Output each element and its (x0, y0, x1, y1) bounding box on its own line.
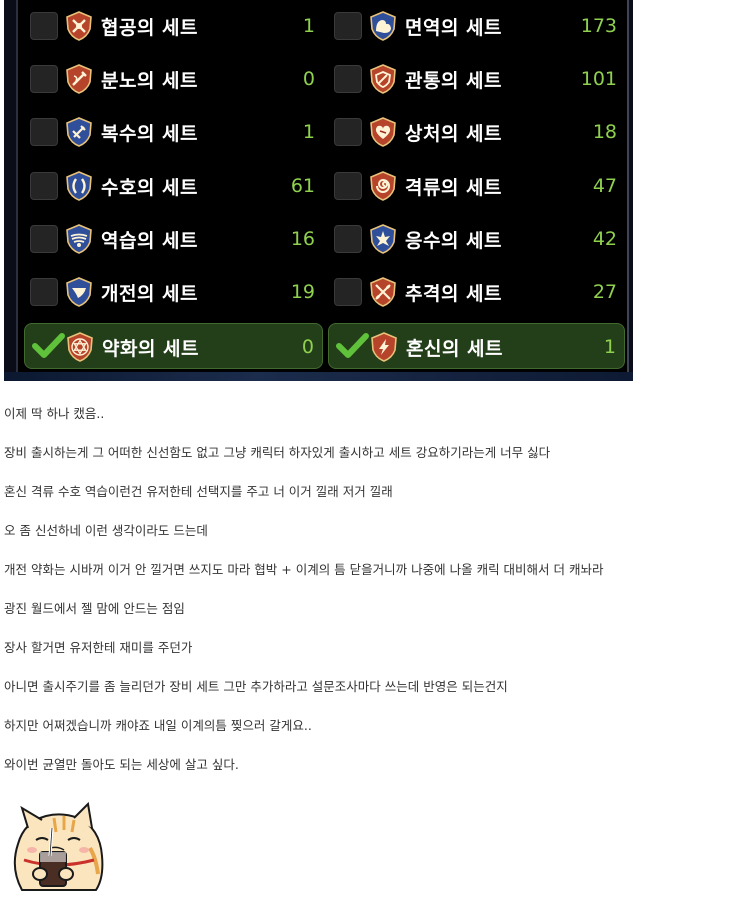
set-name: 응수의 세트 (405, 230, 503, 252)
set-checkbox[interactable] (30, 278, 58, 306)
set-checkbox[interactable] (334, 65, 362, 93)
set-name: 복수의 세트 (101, 123, 199, 145)
set-count: 27 (592, 281, 617, 303)
set-filter-item[interactable]: 격류의 세트 47 (328, 163, 625, 209)
set-filter-item[interactable]: 복수의 세트 1 (24, 109, 323, 155)
set-count: 0 (301, 336, 314, 358)
post-paragraph: 하지만 어쩌겠습니까 캐야죠 내일 이계의틈 찢으러 갈게요.. (4, 718, 312, 733)
post-paragraph: 혼신 격류 수호 역습이런건 유저한테 선택지를 주고 너 이거 낄래 저거 낄… (4, 484, 393, 499)
set-name: 격류의 세트 (405, 177, 503, 199)
set-count: 16 (290, 228, 315, 250)
swirl-icon (370, 171, 396, 201)
set-filter-item[interactable]: 혼신의 세트 1 (328, 323, 625, 369)
set-filter-item[interactable]: 분노의 세트 0 (24, 56, 323, 102)
set-checkbox[interactable] (334, 225, 362, 253)
horn-icon (66, 277, 92, 307)
heart-wound-icon (370, 117, 396, 147)
set-checkbox[interactable] (334, 172, 362, 200)
set-checkbox[interactable] (30, 65, 58, 93)
set-count: 1 (302, 15, 315, 37)
sword-slash-icon (66, 64, 92, 94)
set-filter-item[interactable]: 응수의 세트 42 (328, 216, 625, 262)
set-filter-item[interactable]: 협공의 세트 1 (24, 3, 323, 49)
set-filter-item[interactable]: 수호의 세트 61 (24, 163, 323, 209)
wing-emblem-icon (66, 224, 92, 254)
crossed-blades-icon (66, 11, 92, 41)
set-filter-item[interactable]: 관통의 세트 101 (328, 56, 625, 102)
set-checkbox[interactable] (30, 118, 58, 146)
set-name: 협공의 세트 (101, 17, 199, 39)
set-checkbox[interactable] (30, 225, 58, 253)
post-paragraph: 장사 할거면 유저한테 재미를 주던가 (4, 640, 193, 655)
set-count: 18 (592, 121, 617, 143)
set-filter-item[interactable]: 약화의 세트 0 (24, 323, 323, 369)
set-count: 101 (580, 68, 617, 90)
set-filter-panel: 협공의 세트 1 면역의 세트 173 분노의 세트 0 관통의 세트 101 복수의 세트 1 상… (4, 0, 633, 381)
post-paragraph: 이제 딱 하나 캤음.. (4, 406, 105, 421)
post-paragraph: 와이번 균열만 돌아도 되는 세상에 살고 싶다. (4, 757, 239, 772)
post-paragraph: 광진 월드에서 젤 맘에 안드는 점임 (4, 601, 185, 616)
post-paragraph: 개전 약화는 시바꺼 이거 안 낄거면 쓰지도 마라 협박 + 이계의 틈 닫을… (4, 562, 604, 577)
set-name: 수호의 세트 (101, 177, 199, 199)
set-filter-item[interactable]: 역습의 세트 16 (24, 216, 323, 262)
set-count: 47 (592, 175, 617, 197)
set-name: 약화의 세트 (102, 338, 200, 360)
set-count: 19 (290, 281, 315, 303)
fleur-icon (370, 224, 396, 254)
post-paragraph: 오 좀 신선하네 이런 생각이라도 드는데 (4, 523, 208, 538)
guard-shield-icon (66, 171, 92, 201)
set-filter-item[interactable]: 면역의 세트 173 (328, 3, 625, 49)
set-count: 1 (603, 336, 616, 358)
set-name: 개전의 세트 (101, 283, 199, 305)
set-count: 173 (580, 15, 617, 37)
checkmark-icon[interactable] (29, 330, 67, 362)
set-filter-item[interactable]: 추격의 세트 27 (328, 269, 625, 315)
set-name: 면역의 세트 (405, 17, 503, 39)
set-name: 추격의 세트 (405, 283, 503, 305)
revenge-sword-icon (66, 117, 92, 147)
set-count: 1 (302, 121, 315, 143)
flexed-arm-icon (370, 11, 396, 41)
set-checkbox[interactable] (30, 172, 58, 200)
set-count: 42 (592, 228, 617, 250)
set-name: 관통의 세트 (405, 70, 503, 92)
set-checkbox[interactable] (334, 118, 362, 146)
set-checkbox[interactable] (30, 12, 58, 40)
set-count: 61 (290, 175, 315, 197)
set-checkbox[interactable] (334, 278, 362, 306)
set-name: 역습의 세트 (101, 230, 199, 252)
set-count: 0 (302, 68, 315, 90)
set-filter-item[interactable]: 상처의 세트 18 (328, 109, 625, 155)
pierce-shield-icon (370, 64, 396, 94)
post-paragraph: 장비 출시하는게 그 어떠한 신선함도 없고 그냥 캐릭터 하자있게 출시하고 … (4, 445, 551, 460)
hexagram-icon (67, 332, 93, 362)
set-checkbox[interactable] (334, 12, 362, 40)
post-paragraph: 아니면 출시주기를 좀 늘리던가 장비 세트 그만 추가하라고 설문조사마다 쓰… (4, 679, 508, 694)
lightning-icon (371, 332, 397, 362)
set-name: 분노의 세트 (101, 70, 199, 92)
cat-drinking-sticker (13, 801, 104, 891)
panel-bottom-strip (4, 372, 633, 381)
set-name: 상처의 세트 (405, 123, 503, 145)
set-name: 혼신의 세트 (406, 338, 504, 360)
crossed-swords-icon (370, 277, 396, 307)
set-filter-item[interactable]: 개전의 세트 19 (24, 269, 323, 315)
checkmark-icon[interactable] (333, 330, 371, 362)
